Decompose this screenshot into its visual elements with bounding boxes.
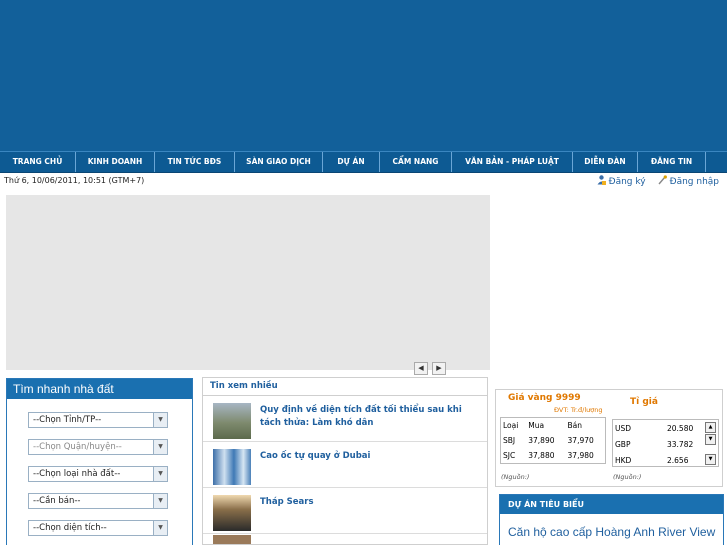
list-item[interactable] xyxy=(203,534,487,544)
news-thumbnail[interactable] xyxy=(213,495,251,531)
key-icon xyxy=(658,175,667,185)
nav-item-projects[interactable]: DỰ ÁN xyxy=(323,152,380,172)
chevron-down-icon: ▼ xyxy=(153,413,167,427)
currency-rate: 20.580 xyxy=(667,424,694,433)
currency-code: HKD xyxy=(615,456,632,465)
news-title-link[interactable]: Quy định về diện tích đất tối thiểu sau … xyxy=(260,404,475,430)
current-datetime: Thứ 6, 10/06/2011, 10:51 (GTM+7) xyxy=(4,176,145,185)
gold-source: (Nguồn:) xyxy=(501,473,530,481)
transaction-select-value: --Cần bán-- xyxy=(33,496,81,506)
property-type-select-value: --Chọn loại nhà đất-- xyxy=(33,469,121,479)
currency-code: USD xyxy=(615,424,632,433)
nav-item-home[interactable]: TRANG CHỦ xyxy=(0,152,76,172)
gold-price-unit: ĐVT: Tr.đ/lượng xyxy=(554,406,603,414)
featured-project-panel: DỰ ÁN TIÊU BIỂU Căn hộ cao cấp Hoàng Anh… xyxy=(499,494,724,545)
register-link[interactable]: Đăng ký xyxy=(597,175,646,187)
chevron-down-icon: ▼ xyxy=(153,521,167,535)
login-label: Đăng nhập xyxy=(669,177,719,187)
gold-price-table: Loại Mua Bán SBJ 37,890 37,970 SJC 37,88… xyxy=(500,417,606,464)
register-label: Đăng ký xyxy=(608,177,646,187)
exchange-rate-title: Tỉ giá xyxy=(630,397,658,407)
exchange-rate-table: USD 20.580 GBP 33.782 HKD 2.656 ▲ ▼ ▼ xyxy=(612,419,719,467)
tab-most-viewed[interactable]: Tin xem nhiều xyxy=(203,378,487,396)
district-select-value: --Chọn Quận/huyện-- xyxy=(33,442,122,452)
market-widget: Giá vàng 9999 ĐVT: Tr.đ/lượng Tỉ giá Loạ… xyxy=(495,389,723,487)
fx-source: (Nguồn:) xyxy=(613,473,642,481)
province-select[interactable]: --Chọn Tỉnh/TP-- ▼ xyxy=(28,412,168,428)
table-cell: 37,970 xyxy=(567,436,594,445)
featured-project-heading: DỰ ÁN TIÊU BIỂU xyxy=(500,495,723,514)
transaction-select[interactable]: --Cần bán-- ▼ xyxy=(28,493,168,509)
currency-code: GBP xyxy=(615,440,631,449)
user-icon xyxy=(597,175,606,185)
nav-item-post[interactable]: ĐĂNG TIN xyxy=(638,152,706,172)
province-select-value: --Chọn Tỉnh/TP-- xyxy=(33,415,102,425)
chevron-down-icon: ▼ xyxy=(153,467,167,481)
scroll-down-icon[interactable]: ▼ xyxy=(705,434,716,445)
nav-item-news[interactable]: TIN TỨC BĐS xyxy=(155,152,235,172)
list-item[interactable]: Tháp Sears xyxy=(203,488,487,534)
table-row: SJC 37,880 37,980 xyxy=(501,448,606,464)
scroll-down-icon[interactable]: ▼ xyxy=(705,454,716,465)
currency-rate: 2.656 xyxy=(667,456,689,465)
table-cell: SBJ xyxy=(503,436,516,445)
nav-item-legal[interactable]: VĂN BẢN - PHÁP LUẬT xyxy=(452,152,573,172)
nav-item-exchange[interactable]: SÀN GIAO DỊCH xyxy=(235,152,323,172)
table-cell: 37,980 xyxy=(567,451,594,460)
table-cell: 37,880 xyxy=(528,451,555,460)
featured-project-link[interactable]: Căn hộ cao cấp Hoàng Anh River View xyxy=(500,514,723,540)
area-select[interactable]: --Chọn diện tích-- ▼ xyxy=(28,520,168,536)
nav-item-handbook[interactable]: CẨM NANG xyxy=(380,152,452,172)
table-row: SBJ 37,890 37,970 xyxy=(501,433,606,448)
scroll-up-icon[interactable]: ▲ xyxy=(705,422,716,433)
area-select-value: --Chọn diện tích-- xyxy=(33,523,107,533)
table-header-cell: Bán xyxy=(567,421,583,430)
nav-item-forum[interactable]: DIỄN ĐÀN xyxy=(573,152,638,172)
chevron-down-icon: ▼ xyxy=(153,494,167,508)
property-type-select[interactable]: --Chọn loại nhà đất-- ▼ xyxy=(28,466,168,482)
gold-price-title: Giá vàng 9999 xyxy=(508,393,581,403)
table-header-cell: Loại xyxy=(503,421,519,430)
table-row: Loại Mua Bán xyxy=(501,418,606,434)
most-viewed-news: Tin xem nhiều Quy định về diện tích đất … xyxy=(202,377,488,545)
main-nav: TRANG CHỦ KINH DOANH TIN TỨC BĐS SÀN GIA… xyxy=(0,151,727,173)
news-title-link[interactable]: Tháp Sears xyxy=(260,496,475,509)
prev-arrow-icon[interactable]: ◀ xyxy=(414,362,428,375)
auth-links: Đăng ký Đăng nhập xyxy=(597,175,719,187)
news-title-link[interactable]: Cao ốc tự quay ở Dubai xyxy=(260,450,475,463)
header-banner xyxy=(0,0,727,151)
district-select[interactable]: --Chọn Quận/huyện-- ▼ xyxy=(28,439,168,455)
slideshow-controls: ◀ ▶ xyxy=(414,362,446,375)
list-item[interactable]: Cao ốc tự quay ở Dubai xyxy=(203,442,487,488)
list-item[interactable]: Quy định về diện tích đất tối thiểu sau … xyxy=(203,396,487,442)
chevron-down-icon: ▼ xyxy=(153,440,167,454)
quick-search-title: Tìm nhanh nhà đất xyxy=(7,379,192,399)
table-header-cell: Mua xyxy=(528,421,545,430)
login-link[interactable]: Đăng nhập xyxy=(658,175,719,187)
table-cell: SJC xyxy=(503,451,516,460)
currency-rate: 33.782 xyxy=(667,440,694,449)
next-arrow-icon[interactable]: ▶ xyxy=(432,362,446,375)
news-thumbnail[interactable] xyxy=(213,535,251,544)
table-cell: 37,890 xyxy=(528,436,555,445)
nav-item-business[interactable]: KINH DOANH xyxy=(76,152,155,172)
news-thumbnail[interactable] xyxy=(213,449,251,485)
banner-slideshow xyxy=(6,195,490,370)
news-thumbnail[interactable] xyxy=(213,403,251,439)
